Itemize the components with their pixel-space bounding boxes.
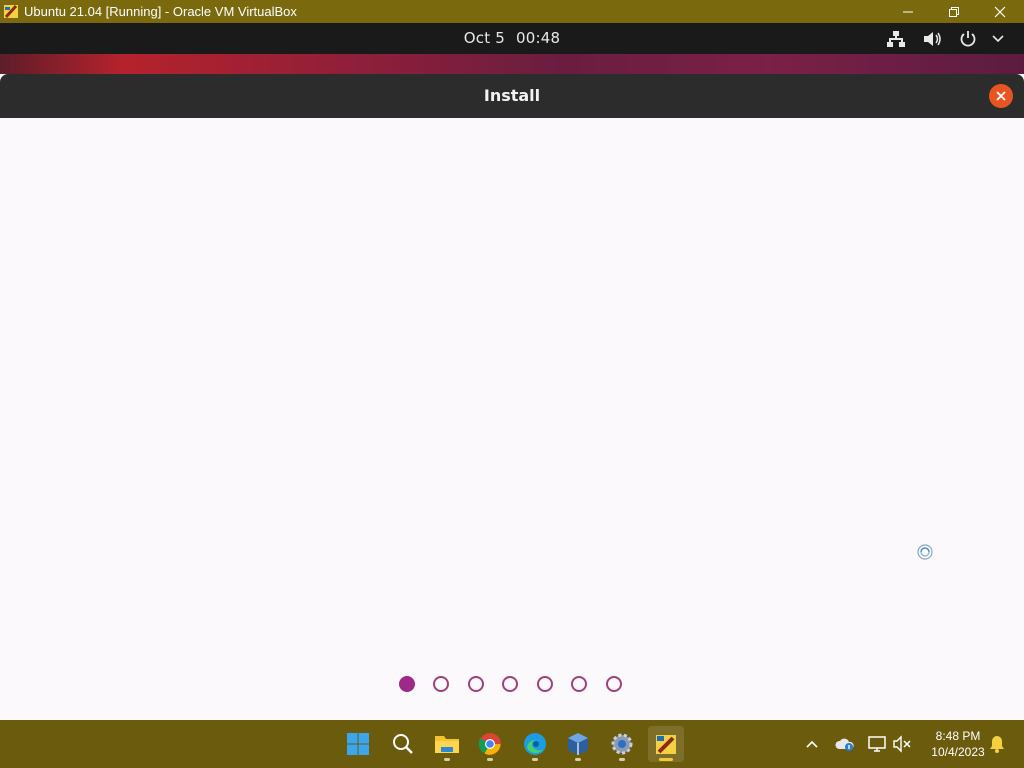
minimize-icon [903, 11, 913, 12]
restore-button[interactable] [931, 0, 977, 23]
slide-dot[interactable] [502, 676, 518, 692]
network-tray[interactable] [867, 734, 887, 754]
installer-close-button[interactable] [989, 84, 1013, 108]
slide-dot[interactable] [468, 676, 484, 692]
gnome-date: Oct 5 [463, 29, 506, 47]
file-explorer-icon [435, 736, 459, 753]
host-window-titlebar: Ubuntu 21.04 [Running] - Oracle VM Virtu… [0, 0, 1024, 23]
desktop-wallpaper [0, 54, 1024, 74]
gnome-time: 00:48 [515, 29, 561, 47]
virtualbox-icon [568, 733, 588, 755]
installer-headerbar: Install [0, 74, 1024, 118]
close-icon [996, 91, 1006, 101]
network-icon [868, 736, 886, 752]
virtualbox-vm-icon [4, 4, 18, 19]
windows-start-icon [347, 733, 369, 755]
host-window-title: Ubuntu 21.04 [Running] - Oracle VM Virtu… [24, 4, 297, 19]
gnome-top-bar: Oct 5 00:48 [0, 23, 1024, 54]
edge-button[interactable] [517, 726, 553, 762]
onedrive-tray[interactable] [835, 734, 855, 754]
notifications-icon [990, 736, 1004, 753]
gnome-clock[interactable]: Oct 5 00:48 [0, 29, 1024, 47]
minimize-button[interactable] [885, 0, 931, 23]
close-window-button[interactable] [977, 0, 1023, 23]
chevron-down-icon[interactable] [987, 28, 1009, 50]
show-hidden-icons-button[interactable] [802, 734, 822, 754]
windows-taskbar: 8:48 PM 10/4/2023 [0, 720, 1024, 768]
chrome-icon [478, 733, 501, 755]
close-icon [994, 6, 1006, 17]
volume-icon[interactable] [921, 28, 943, 50]
network-wired-icon[interactable] [885, 28, 907, 50]
search-icon [393, 734, 413, 754]
slide-dot[interactable] [571, 676, 587, 692]
virtualbox-manager-button[interactable] [560, 726, 596, 762]
volume-muted-icon [893, 735, 911, 753]
power-icon[interactable] [957, 28, 979, 50]
slide-dot[interactable] [537, 676, 553, 692]
taskbar-date: 10/4/2023 [931, 745, 985, 759]
taskbar-time: 8:48 PM [935, 729, 981, 743]
virtualbox-vm-button[interactable] [648, 726, 684, 762]
start-button[interactable] [340, 726, 376, 762]
onedrive-icon [835, 738, 854, 751]
settings-icon [611, 733, 633, 755]
installer-title: Install [483, 86, 541, 105]
slide-dot[interactable] [433, 676, 449, 692]
file-explorer-button[interactable] [429, 726, 465, 762]
chevron-up-icon [806, 740, 818, 748]
slide-dot[interactable] [606, 676, 622, 692]
search-button[interactable] [385, 726, 421, 762]
installer-slideshow-area [0, 118, 1024, 721]
loading-spinner-icon [917, 544, 933, 560]
chrome-button[interactable] [472, 726, 508, 762]
settings-button[interactable] [604, 726, 640, 762]
edge-icon [524, 733, 546, 755]
notifications-button[interactable] [987, 734, 1007, 754]
restore-icon [949, 6, 959, 17]
volume-tray[interactable] [892, 734, 912, 754]
virtualbox-vm-icon [656, 735, 676, 754]
slide-dot[interactable] [399, 676, 415, 692]
taskbar-clock[interactable]: 8:48 PM 10/4/2023 [918, 728, 998, 760]
